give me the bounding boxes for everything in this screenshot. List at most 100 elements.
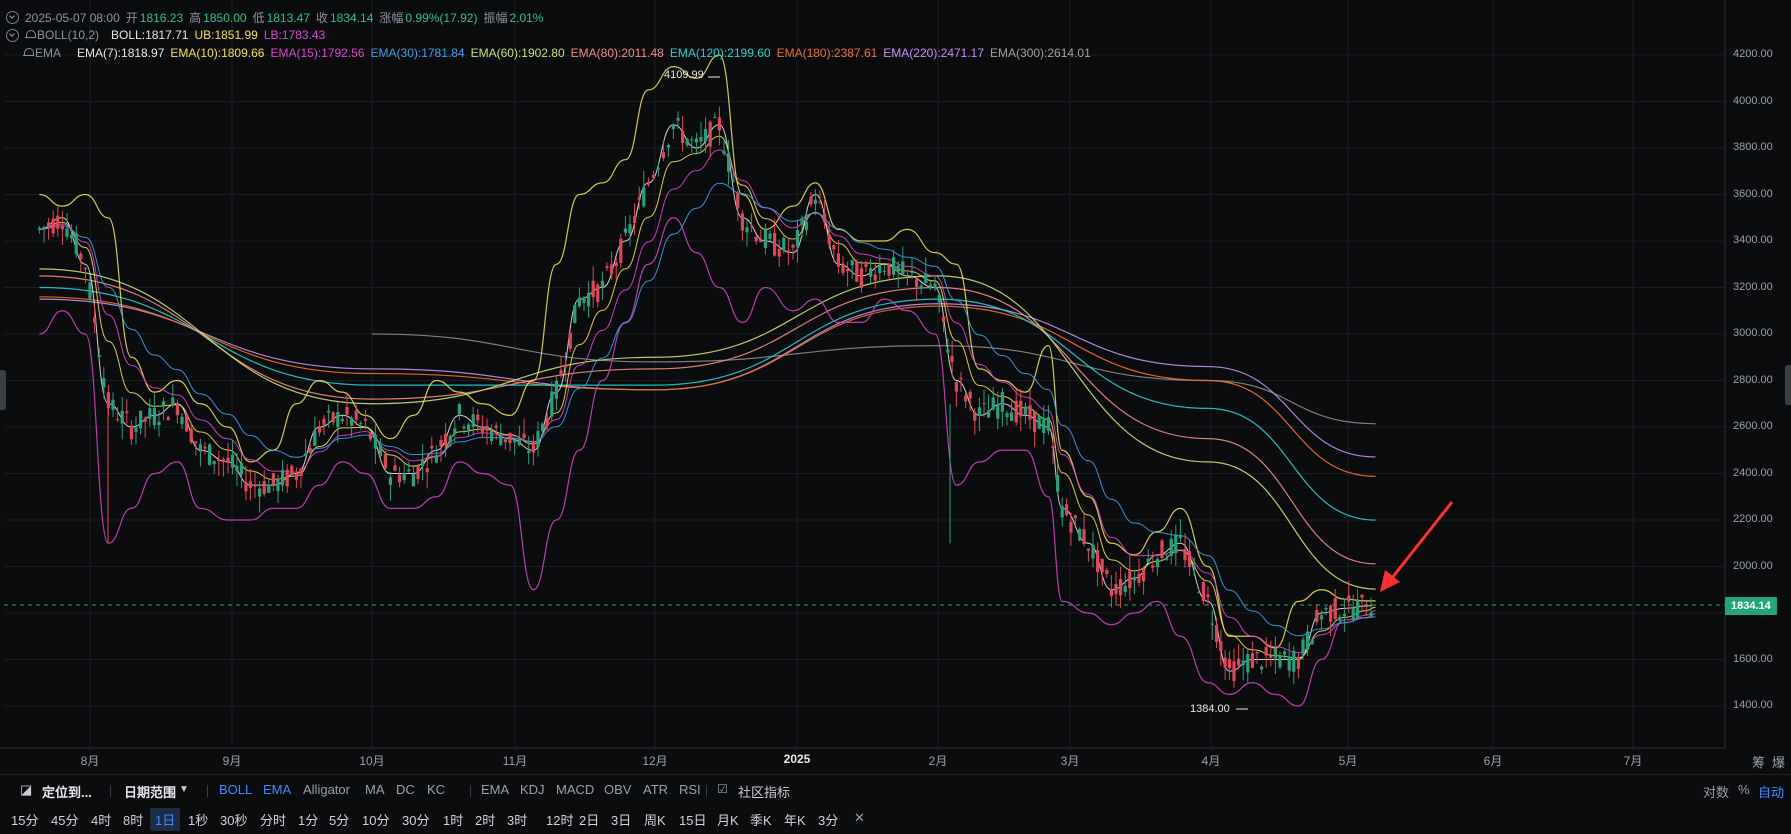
- period-13[interactable]: 2时: [475, 810, 495, 829]
- indicator-toggle-kc[interactable]: KC: [427, 782, 445, 797]
- indicator-toggle-alligator[interactable]: Alligator: [303, 782, 350, 797]
- candle-body: [388, 477, 392, 485]
- candle-body: [299, 468, 303, 477]
- candle-body: [1206, 594, 1210, 598]
- locate-icon[interactable]: ◪: [20, 782, 32, 798]
- boll-header: BOLL(10,2) BOLL:1817.71 UB:1851.99 LB:17…: [6, 28, 325, 42]
- candle-body: [759, 238, 763, 243]
- candle-body: [910, 272, 914, 274]
- candle-body: [166, 416, 170, 421]
- right-panel-handle[interactable]: [1785, 365, 1791, 405]
- period-15[interactable]: 12时: [546, 810, 573, 829]
- period-2[interactable]: 4时: [91, 810, 111, 829]
- y-tick-label: 1600.00: [1733, 652, 1773, 665]
- candle-body: [1114, 584, 1118, 595]
- x-tick-label: 2025: [783, 752, 811, 766]
- period-bar: 15分 45分 4时 8时 1日 1秒 30秒 分时 1分 5分 10分 30分 1时 2时 3时 12时 2日…: [0, 804, 1791, 834]
- y-tick-label: 2000.00: [1733, 559, 1773, 572]
- period-17[interactable]: 3日: [611, 810, 631, 829]
- candle-body: [111, 399, 115, 410]
- period-6[interactable]: 30秒: [220, 810, 247, 829]
- log-scale-toggle[interactable]: 对数: [1703, 782, 1729, 801]
- locate-button[interactable]: 定位到...: [42, 782, 92, 801]
- period-4[interactable]: 1日: [150, 808, 181, 831]
- candle-body: [795, 229, 800, 247]
- period-7[interactable]: 分时: [260, 810, 286, 829]
- date-range-button[interactable]: 日期范围: [124, 782, 176, 801]
- axis-corner-a[interactable]: 筹: [1752, 752, 1765, 771]
- indicator-toggle-ema[interactable]: EMA: [263, 782, 291, 797]
- candle-body: [713, 117, 717, 119]
- ema-header: EMA EMA(7):1818.97 EMA(10):1809.66 EMA(15)…: [6, 46, 1091, 60]
- period-23[interactable]: 3分: [818, 810, 838, 829]
- price-chart[interactable]: [0, 0, 1791, 774]
- candle-body: [610, 264, 614, 275]
- close-label: 收: [315, 11, 328, 25]
- community-indicators-button[interactable]: 社区指标: [738, 782, 790, 801]
- candle-body: [148, 408, 152, 419]
- sub-indicator-ema[interactable]: EMA: [481, 782, 509, 797]
- period-12[interactable]: 1时: [443, 810, 463, 829]
- period-9[interactable]: 5分: [329, 810, 349, 829]
- period-10[interactable]: 10分: [362, 810, 389, 829]
- period-5[interactable]: 1秒: [188, 810, 208, 829]
- bell-icon[interactable]: [23, 48, 34, 58]
- candle-body: [623, 228, 627, 233]
- close-value: 1834.14: [329, 10, 374, 25]
- candle-body: [915, 279, 919, 287]
- candle-body: [383, 454, 387, 469]
- sub-indicator-rsi[interactable]: RSI: [679, 782, 701, 797]
- candle-body: [1119, 579, 1123, 596]
- chevron-down-icon[interactable]: ▼: [179, 784, 189, 795]
- candle-body: [878, 265, 882, 274]
- period-22[interactable]: 年K: [784, 810, 806, 829]
- period-16[interactable]: 2日: [579, 810, 599, 829]
- candle-body: [467, 424, 471, 430]
- period-18[interactable]: 周K: [644, 810, 666, 829]
- candle-body: [1264, 647, 1268, 656]
- x-tick-label: 9月: [222, 754, 242, 768]
- community-icon[interactable]: ☑: [717, 782, 728, 796]
- y-tick-label: 4000.00: [1733, 94, 1773, 107]
- sub-indicator-obv[interactable]: OBV: [604, 782, 631, 797]
- candle-body: [954, 382, 958, 392]
- period-1[interactable]: 45分: [51, 810, 78, 829]
- period-0[interactable]: 15分: [11, 810, 38, 829]
- candle-body: [1255, 651, 1259, 654]
- close-icon[interactable]: ✕: [854, 810, 865, 826]
- auto-scale-toggle[interactable]: 自动: [1758, 782, 1784, 801]
- collapse-icon[interactable]: [6, 28, 19, 42]
- candle-body: [1273, 648, 1277, 659]
- period-3[interactable]: 8时: [123, 810, 143, 829]
- left-panel-handle[interactable]: [0, 370, 6, 410]
- sub-indicator-macd[interactable]: MACD: [556, 782, 594, 797]
- percent-scale-toggle[interactable]: %: [1738, 782, 1750, 797]
- candle-body: [60, 226, 64, 230]
- axis-corner-b[interactable]: 爆: [1772, 752, 1785, 771]
- collapse-icon[interactable]: [6, 11, 19, 24]
- ema-legend-item: EMA(30):1781.84: [370, 46, 465, 60]
- period-14[interactable]: 3时: [507, 810, 527, 829]
- period-11[interactable]: 30分: [402, 810, 429, 829]
- bell-icon[interactable]: [25, 30, 36, 40]
- candle-body: [1010, 412, 1014, 421]
- period-19[interactable]: 15日: [679, 810, 706, 829]
- indicator-toggle-ma[interactable]: MA: [365, 782, 385, 797]
- candle-body: [937, 294, 941, 303]
- candle-body: [614, 262, 618, 267]
- last-price-tag: 1834.14: [1725, 597, 1777, 615]
- period-20[interactable]: 月K: [717, 810, 739, 829]
- candle-body: [393, 465, 397, 471]
- boll-indicator-name[interactable]: BOLL(10,2): [37, 28, 99, 42]
- indicator-toggle-boll[interactable]: BOLL: [219, 782, 252, 797]
- candle-body: [1005, 413, 1009, 418]
- candle-body: [681, 130, 685, 144]
- ema-indicator-name[interactable]: EMA: [35, 46, 61, 60]
- sub-indicator-atr[interactable]: ATR: [643, 782, 668, 797]
- candle-body: [439, 439, 443, 447]
- period-21[interactable]: 季K: [750, 810, 772, 829]
- boll-ub-value: UB:1851.99: [194, 28, 258, 42]
- period-8[interactable]: 1分: [298, 810, 318, 829]
- sub-indicator-kdj[interactable]: KDJ: [520, 782, 545, 797]
- indicator-toggle-dc[interactable]: DC: [396, 782, 415, 797]
